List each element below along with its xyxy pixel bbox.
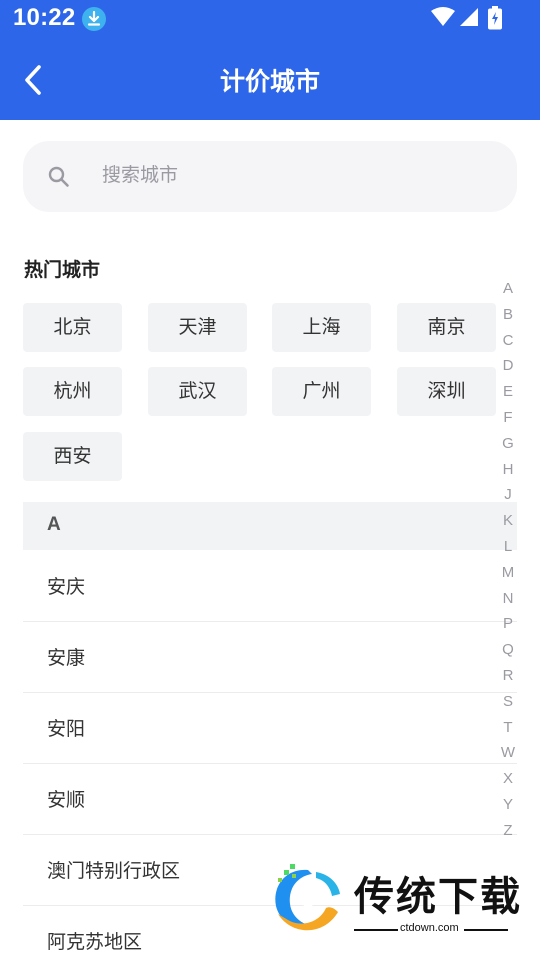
alphabet-index-letter[interactable]: B xyxy=(496,302,520,328)
alphabet-index-letter[interactable]: E xyxy=(496,379,520,405)
watermark-divider xyxy=(464,929,508,931)
hot-city-chip[interactable]: 杭州 xyxy=(23,367,122,416)
hot-city-chip[interactable]: 北京 xyxy=(23,303,122,352)
alphabet-index-letter[interactable]: X xyxy=(496,766,520,792)
alphabet-index-letter[interactable]: F xyxy=(496,405,520,431)
hot-city-chip[interactable]: 西安 xyxy=(23,432,122,481)
alphabet-index-letter[interactable]: Q xyxy=(496,637,520,663)
hot-city-chip[interactable]: 武汉 xyxy=(148,367,247,416)
hot-city-chip[interactable]: 天津 xyxy=(148,303,247,352)
search-placeholder: 搜索城市 xyxy=(102,164,179,186)
alphabet-index-letter[interactable]: G xyxy=(496,431,520,457)
watermark-logo-icon xyxy=(275,864,340,931)
alphabet-index-letter[interactable]: S xyxy=(496,689,520,715)
search-icon xyxy=(48,166,69,187)
download-badge-icon xyxy=(82,7,106,31)
section-header: A xyxy=(23,502,517,550)
app-header: 10:22 计价城市 xyxy=(0,0,540,120)
alphabet-index-letter[interactable]: H xyxy=(496,457,520,483)
search-input[interactable]: 搜索城市 xyxy=(23,141,517,212)
alphabet-index[interactable]: ABCDEFGHJKLMNPQRSTWXYZ xyxy=(496,276,520,844)
alphabet-index-letter[interactable]: Y xyxy=(496,792,520,818)
city-list-item[interactable]: 安庆 xyxy=(23,551,517,622)
hot-city-chip[interactable]: 上海 xyxy=(272,303,371,352)
city-name: 安庆 xyxy=(47,576,86,598)
alphabet-index-letter[interactable]: A xyxy=(496,276,520,302)
alphabet-index-letter[interactable]: R xyxy=(496,663,520,689)
status-bar: 10:22 xyxy=(0,0,540,38)
alphabet-index-letter[interactable]: K xyxy=(496,508,520,534)
watermark: 传统下载 ctdown.com xyxy=(262,858,532,940)
city-list-item[interactable]: 安顺 xyxy=(23,764,517,835)
city-name: 安顺 xyxy=(47,789,86,811)
cell-signal-icon xyxy=(460,8,478,26)
city-name: 澳门特别行政区 xyxy=(47,860,181,882)
city-name: 安阳 xyxy=(47,718,86,740)
hot-city-chip[interactable]: 广州 xyxy=(272,367,371,416)
wifi-icon xyxy=(431,7,455,26)
city-name: 安康 xyxy=(47,647,86,669)
watermark-url: ctdown.com xyxy=(400,922,459,934)
nav-bar: 计价城市 xyxy=(0,40,540,120)
status-time: 10:22 xyxy=(13,4,76,31)
alphabet-index-letter[interactable]: W xyxy=(496,740,520,766)
city-name: 阿克苏地区 xyxy=(47,931,143,953)
alphabet-index-letter[interactable]: N xyxy=(496,586,520,612)
hot-cities-title: 热门城市 xyxy=(24,259,101,281)
city-picker-screen: 10:22 计价城市 搜索城市 热门城市 北京 天津 上海 南京 杭州 武汉 广… xyxy=(0,0,540,960)
alphabet-index-letter[interactable]: P xyxy=(496,611,520,637)
hot-city-chip[interactable]: 深圳 xyxy=(397,367,496,416)
watermark-divider xyxy=(354,929,398,931)
hot-city-chip[interactable]: 南京 xyxy=(397,303,496,352)
alphabet-index-letter[interactable]: D xyxy=(496,353,520,379)
city-list-item[interactable]: 安阳 xyxy=(23,693,517,764)
alphabet-index-letter[interactable]: T xyxy=(496,715,520,741)
watermark-text: 传统下载 xyxy=(354,874,522,920)
alphabet-index-letter[interactable]: Z xyxy=(496,818,520,844)
alphabet-index-letter[interactable]: C xyxy=(496,328,520,354)
alphabet-index-letter[interactable]: L xyxy=(496,534,520,560)
alphabet-index-letter[interactable]: M xyxy=(496,560,520,586)
section-letter: A xyxy=(47,514,61,535)
city-list-item[interactable]: 安康 xyxy=(23,622,517,693)
page-title: 计价城市 xyxy=(219,67,320,96)
battery-charging-icon xyxy=(488,6,502,30)
alphabet-index-letter[interactable]: J xyxy=(496,482,520,508)
